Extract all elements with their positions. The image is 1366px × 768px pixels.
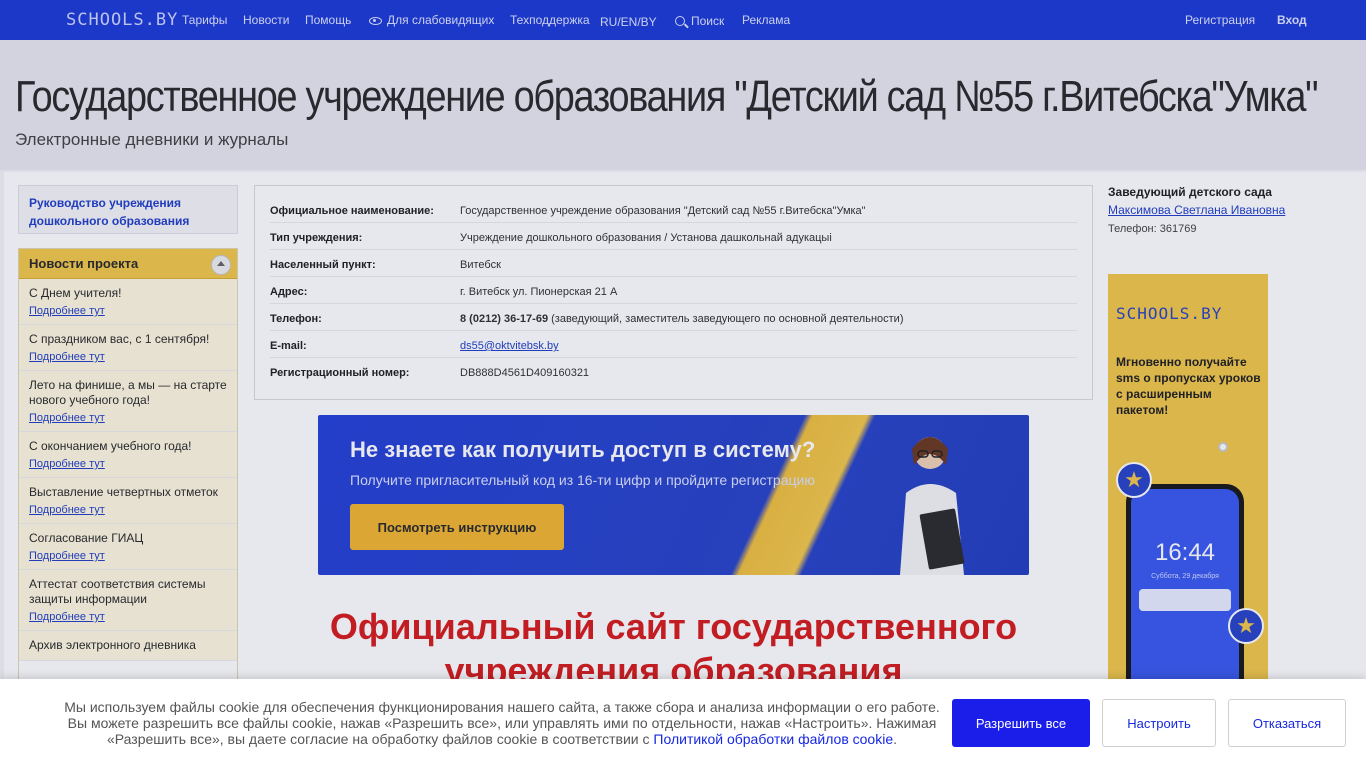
- news-item: Лето на финише, а мы — на старте нового …: [19, 371, 237, 432]
- news-item-title: Лето на финише, а мы — на старте нового …: [29, 378, 227, 407]
- head-title: Заведующий детского сада: [1108, 185, 1272, 199]
- info-value: г. Витебск ул. Пионерская 21 А: [460, 286, 618, 298]
- nav-accessibility[interactable]: Для слабовидящих: [369, 13, 494, 27]
- nav-language[interactable]: RU/EN/BY: [600, 15, 657, 29]
- news-item-title: Выставление четвертных отметок: [29, 485, 218, 499]
- news-item-title: Согласование ГИАЦ: [29, 531, 144, 545]
- page-header: Государственное учреждение образования "…: [0, 40, 1366, 170]
- news-item-title: С Днем учителя!: [29, 286, 122, 300]
- info-label: Официальное наименование:: [270, 205, 434, 217]
- banner-subtitle: Получите пригласительный код из 16-ти ци…: [350, 472, 815, 488]
- eye-icon: [369, 17, 382, 25]
- info-row: Адрес: г. Витебск ул. Пионерская 21 А: [270, 277, 1077, 304]
- accept-all-cookies-button[interactable]: Разрешить все: [952, 699, 1090, 747]
- advert-text: Мгновенно получайте sms о пропусках урок…: [1116, 355, 1261, 417]
- site-logo[interactable]: SCHOOLS.BY: [66, 10, 178, 30]
- head-phone: Телефон: 361769: [1108, 223, 1197, 235]
- info-row: Населенный пункт: Витебск: [270, 250, 1077, 277]
- leadership-box: Руководство учреждения дошкольного образ…: [18, 185, 238, 234]
- cookie-policy-link[interactable]: Политикой обработки файлов cookie: [653, 731, 893, 747]
- info-value: DB888D4561D409160321: [460, 367, 590, 379]
- info-value: Учреждение дошкольного образования / Уст…: [460, 232, 832, 244]
- phone-note: (заведующий, заместитель заведующего по …: [548, 313, 904, 325]
- news-item-link[interactable]: Подробнее тут: [29, 305, 227, 317]
- news-item-link[interactable]: Подробнее тут: [29, 611, 227, 623]
- access-banner[interactable]: Не знаете как получить доступ в систему?…: [318, 415, 1029, 575]
- news-item-title: С окончанием учебного года!: [29, 439, 192, 453]
- nav-news[interactable]: Новости: [243, 13, 289, 27]
- advert-logo: SCHOOLS.BY: [1116, 304, 1223, 323]
- news-item: С Днем учителя! Подробнее тут: [19, 279, 237, 325]
- info-row: E-mail: ds55@oktvitebsk.by: [270, 331, 1077, 358]
- cookie-text-end: .: [893, 731, 898, 747]
- nav-support[interactable]: Техподдержка: [510, 13, 590, 27]
- leadership-link[interactable]: Руководство учреждения дошкольного образ…: [29, 196, 189, 228]
- info-row: Регистрационный номер: DB888D4561D4091603…: [270, 358, 1077, 385]
- search-icon: [675, 16, 685, 26]
- info-row: Телефон: 8 (0212) 36-17-69 (заведующий, з…: [270, 304, 1077, 331]
- decline-cookies-button[interactable]: Отказаться: [1228, 699, 1346, 747]
- info-label: Адрес:: [270, 286, 308, 298]
- news-header: Новости проекта: [19, 249, 237, 279]
- nav-search[interactable]: Поиск: [675, 14, 724, 28]
- page-subtitle: Электронные дневники и журналы: [15, 130, 289, 149]
- news-item-title: Аттестат соответствия системы защиты инф…: [29, 577, 206, 606]
- institution-info-table: Официальное наименование: Государственное…: [254, 185, 1093, 400]
- head-of-kindergarten: Заведующий детского сада Максимова Светл…: [1108, 185, 1348, 235]
- news-item: Выставление четвертных отметок Подробнее …: [19, 478, 237, 524]
- info-row: Тип учреждения: Учреждение дошкольного об…: [270, 223, 1077, 250]
- banner-title: Не знаете как получить доступ в систему?: [350, 437, 816, 462]
- page-title: Государственное учреждение образования "…: [15, 72, 1319, 121]
- info-label: Телефон:: [270, 313, 322, 325]
- head-name-link[interactable]: Максимова Светлана Ивановна: [1108, 203, 1348, 217]
- info-label: Населенный пункт:: [270, 259, 376, 271]
- news-title: Новости проекта: [29, 256, 139, 271]
- cookie-consent-bar: Мы используем файлы cookie для обеспечен…: [0, 679, 1366, 768]
- email-link[interactable]: ds55@oktvitebsk.by: [460, 340, 559, 352]
- news-item-link[interactable]: Подробнее тут: [29, 412, 227, 424]
- configure-cookies-button[interactable]: Настроить: [1102, 699, 1216, 747]
- nav-accessibility-label: Для слабовидящих: [387, 13, 495, 27]
- phone-date: Суббота, 29 декабря: [1151, 573, 1219, 580]
- news-item-title: С праздником вас, с 1 сентября!: [29, 332, 210, 346]
- news-item-link[interactable]: Подробнее тут: [29, 550, 227, 562]
- star-icon: ★: [1116, 462, 1152, 498]
- news-item-link[interactable]: Подробнее тут: [29, 458, 227, 470]
- email-value: ds55@oktvitebsk.by: [460, 340, 559, 352]
- info-value: Государственное учреждение образования "…: [460, 205, 866, 217]
- nav-advertising[interactable]: Реклама: [742, 13, 790, 27]
- news-item-title[interactable]: Архив электронного дневника: [29, 638, 227, 653]
- nav-help[interactable]: Помощь: [305, 13, 351, 27]
- register-link[interactable]: Регистрация: [1185, 13, 1255, 27]
- info-label: E-mail:: [270, 340, 307, 352]
- view-instructions-button[interactable]: Посмотреть инструкцию: [350, 504, 564, 550]
- nav-tariffs[interactable]: Тарифы: [182, 13, 227, 27]
- nav-search-label: Поиск: [691, 14, 725, 28]
- info-label: Регистрационный номер:: [270, 367, 410, 379]
- woman-with-folder-illustration: [900, 437, 965, 575]
- phone-clock: 16:44: [1154, 539, 1216, 566]
- dot-decoration: [1218, 442, 1228, 452]
- star-icon: ★: [1228, 608, 1264, 644]
- news-item-link[interactable]: Подробнее тут: [29, 504, 227, 516]
- news-item: Аттестат соответствия системы защиты инф…: [19, 570, 237, 631]
- info-value: Витебск: [460, 259, 501, 271]
- cookie-text: Мы используем файлы cookie для обеспечен…: [62, 699, 942, 747]
- info-label: Тип учреждения:: [270, 232, 363, 244]
- phone-number: 8 (0212) 36-17-69: [460, 313, 549, 325]
- news-item: Согласование ГИАЦ Подробнее тут: [19, 524, 237, 570]
- news-item: С окончанием учебного года! Подробнее тут: [19, 432, 237, 478]
- collapse-icon[interactable]: [211, 255, 231, 275]
- news-item: С праздником вас, с 1 сентября! Подробнее…: [19, 325, 237, 371]
- news-item-link[interactable]: Подробнее тут: [29, 351, 227, 363]
- info-row: Официальное наименование: Государственное…: [270, 196, 1077, 223]
- top-navbar: SCHOOLS.BY Тарифы Новости Помощь Для сла…: [0, 0, 1366, 40]
- news-item: Архив электронного дневника: [19, 631, 237, 661]
- phone-value: 8 (0212) 36-17-69 (заведующий, заместите…: [460, 313, 904, 325]
- phone-notification: [1139, 589, 1231, 611]
- login-link[interactable]: Вход: [1277, 13, 1307, 27]
